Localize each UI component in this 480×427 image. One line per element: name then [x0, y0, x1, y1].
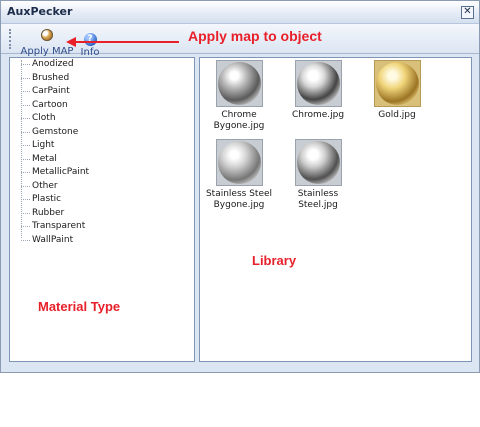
- tree-item-plastic[interactable]: Plastic: [10, 193, 89, 207]
- library-item-name: Gold.jpg: [378, 110, 416, 120]
- chrome-bygone-thumbnail: [215, 60, 263, 107]
- material-type-annotation: Material Type: [38, 299, 121, 314]
- gold-thumbnail: [373, 60, 421, 107]
- stainless-steel-bygone-thumbnail: [215, 139, 263, 186]
- library-item-name: Bygone.jpg: [213, 121, 265, 131]
- steel-sphere-icon: [296, 141, 340, 184]
- library-item-name: Stainless Steel: [205, 189, 273, 199]
- library-item-chrome[interactable]: Chrome.jpg: [282, 60, 354, 121]
- tree-item-metal[interactable]: Metal: [10, 153, 89, 167]
- apply-map-annotation: Apply map to object: [188, 28, 322, 44]
- annotation-arrow: [66, 37, 179, 47]
- stainless-steel-thumbnail: [294, 139, 342, 186]
- library-item-stainless-steel[interactable]: Stainless Steel.jpg: [282, 139, 354, 211]
- tree-item-light[interactable]: Light: [10, 139, 89, 153]
- tree-item-metallicpaint[interactable]: MetallicPaint: [10, 166, 89, 180]
- library-item-name: Bygone.jpg: [213, 200, 265, 210]
- chrome-sphere-icon: [296, 62, 340, 105]
- tree-item-cartoon[interactable]: Cartoon: [10, 99, 89, 113]
- gold-sphere-icon: [375, 62, 419, 105]
- library-item-name: Chrome.jpg: [291, 110, 345, 120]
- steel-sphere-icon: [217, 141, 261, 184]
- tree-item-gemstone[interactable]: Gemstone: [10, 126, 89, 140]
- close-button[interactable]: ✕: [461, 6, 474, 19]
- tree-item-brushed[interactable]: Brushed: [10, 72, 89, 86]
- tree-item-rubber[interactable]: Rubber: [10, 207, 89, 221]
- library-item-stainless-steel-bygone[interactable]: Stainless Steel Bygone.jpg: [203, 139, 275, 211]
- window-title: AuxPecker: [7, 5, 73, 18]
- library-panel: Chrome Bygone.jpg Chrome.jpg Gold.jpg St…: [199, 57, 472, 362]
- library-annotation: Library: [252, 253, 297, 268]
- tree-item-anodized[interactable]: Anodized: [10, 58, 89, 72]
- auxpecker-window: AuxPecker ✕ Apply MAP ? Info Anodized Br…: [0, 0, 480, 373]
- tree-item-other[interactable]: Other: [10, 180, 89, 194]
- library-item-gold[interactable]: Gold.jpg: [361, 60, 433, 121]
- material-type-tree: Anodized Brushed CarPaint Cartoon Cloth …: [10, 58, 89, 247]
- tree-item-carpaint[interactable]: CarPaint: [10, 85, 89, 99]
- library-item-name: Chrome: [221, 110, 257, 120]
- apply-map-icon: [41, 29, 53, 41]
- chrome-thumbnail: [294, 60, 342, 107]
- tree-item-cloth[interactable]: Cloth: [10, 112, 89, 126]
- tree-item-transparent[interactable]: Transparent: [10, 220, 89, 234]
- title-bar: AuxPecker ✕: [1, 1, 479, 24]
- material-type-panel: Anodized Brushed CarPaint Cartoon Cloth …: [9, 57, 195, 362]
- chrome-sphere-icon: [217, 62, 261, 105]
- tree-item-wallpaint[interactable]: WallPaint: [10, 234, 89, 248]
- library-item-name: Stainless Steel.jpg: [297, 189, 339, 210]
- library-item-chrome-bygone[interactable]: Chrome Bygone.jpg: [203, 60, 275, 132]
- toolbar-grip[interactable]: [9, 29, 13, 49]
